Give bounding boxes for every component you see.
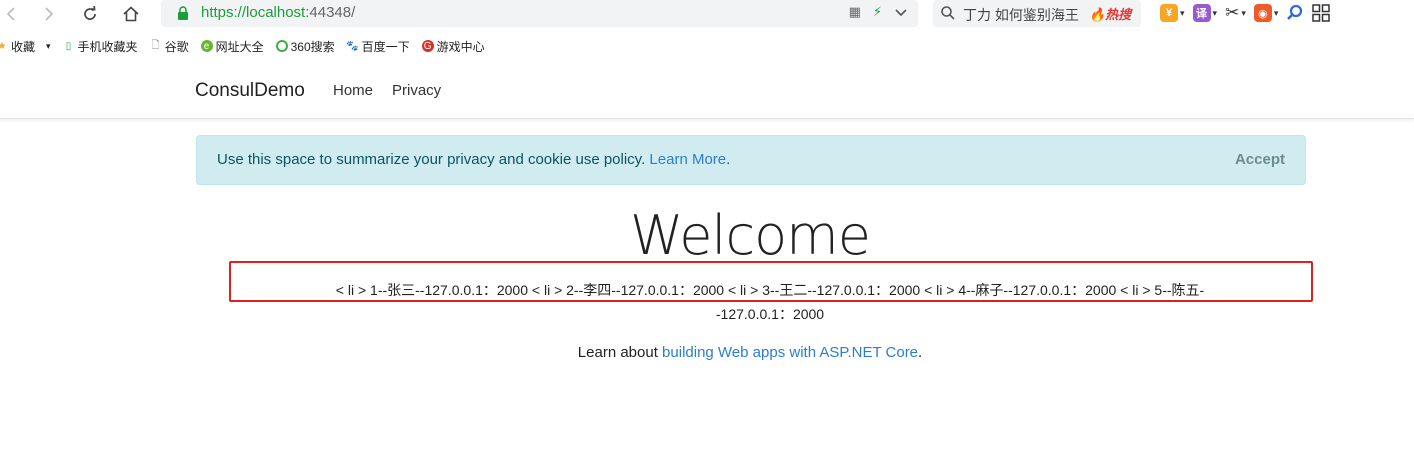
url-host: https://localhost [201, 4, 306, 21]
extension-scissors[interactable]: ✂ ▾ [1225, 3, 1246, 23]
lightning-icon[interactable]: ⚡ [873, 4, 882, 20]
learn-suffix: . [918, 344, 923, 361]
forward-arrow-icon [45, 7, 54, 21]
cookie-message: Use this space to summarize your privacy… [217, 151, 730, 168]
qr-code-icon[interactable]: ▦ [849, 4, 861, 20]
bookmark-label: 网址大全 [215, 39, 264, 54]
learn-more-link[interactable]: Learn More [649, 151, 726, 168]
gamepad-icon: ◉ [1253, 4, 1272, 22]
lock-icon [178, 6, 188, 20]
reload-icon [84, 5, 96, 20]
dropdown-caret-icon: ▾ [46, 40, 51, 51]
cookie-period: . [726, 151, 731, 168]
grid-icon [1312, 4, 1331, 22]
dropdown-caret-icon: ▾ [1273, 7, 1279, 18]
address-actions: ▦ ⚡ [849, 4, 908, 20]
bookmark-mobile[interactable]: ▯ 手机收藏夹 [63, 38, 138, 55]
extension-translate[interactable]: 译 ▾ [1192, 4, 1218, 22]
site-navbar: ConsulDemo Home Privacy [0, 62, 1414, 119]
star-icon: ★ [0, 40, 7, 52]
accept-button[interactable]: Accept [1235, 151, 1285, 168]
globe-icon: e [200, 40, 213, 52]
360-icon [275, 40, 288, 52]
welcome-heading: Welcome [629, 204, 871, 267]
bookmark-sites[interactable]: e 网址大全 [200, 38, 264, 55]
paw-icon: 🐾 [346, 40, 359, 52]
magnifier-icon [1287, 4, 1303, 20]
nav-home[interactable]: Home [333, 82, 373, 99]
reload-button[interactable] [78, 3, 102, 25]
url-port: :44348/ [305, 4, 356, 21]
chevron-down-icon[interactable] [894, 5, 908, 19]
bookmark-label: 收藏 [11, 39, 36, 54]
phone-icon: ▯ [65, 40, 72, 52]
browser-toolbar: https://localhost:44348/ ▦ ⚡ 丁力 如何鉴别海王 🔥… [0, 0, 1414, 30]
site-brand[interactable]: ConsulDemo [195, 80, 305, 102]
dropdown-caret-icon: ▾ [1180, 7, 1185, 18]
extension-coin[interactable]: ¥ ▾ [1160, 4, 1185, 22]
bookmark-label: 360搜索 [290, 39, 335, 54]
bookmark-label: 谷歌 [164, 39, 189, 54]
home-button[interactable] [119, 3, 143, 25]
extension-search[interactable] [1286, 4, 1304, 22]
search-icon [941, 6, 955, 20]
extension-apps[interactable] [1312, 4, 1331, 22]
bookmark-label: 手机收藏夹 [77, 39, 138, 54]
hot-search-badge: 🔥热搜 [1089, 7, 1132, 22]
cookie-text: Use this space to summarize your privacy… [217, 151, 646, 168]
learn-about-text: Learn about building Web apps with ASP.N… [0, 344, 1414, 361]
bookmark-label: 百度一下 [361, 39, 410, 54]
learn-prefix: Learn about [577, 344, 663, 361]
bookmark-360[interactable]: 360搜索 [275, 38, 335, 55]
service-list-line-2: -127.0.0.1：2000 [715, 306, 825, 322]
bookmark-games[interactable]: G 游戏中心 [421, 38, 485, 55]
game-icon: G [421, 40, 434, 52]
back-button[interactable] [0, 3, 24, 25]
bookmark-label: 游戏中心 [436, 39, 485, 54]
highlight-annotation-box [229, 261, 1313, 302]
extension-game[interactable]: ◉ ▾ [1253, 4, 1279, 22]
translate-icon: 译 [1192, 4, 1211, 22]
aspnet-core-link[interactable]: building Web apps with ASP.NET Core [662, 344, 918, 361]
address-bar[interactable]: https://localhost:44348/ ▦ ⚡ [161, 0, 918, 27]
coin-icon: ¥ [1160, 4, 1178, 22]
search-query: 丁力 如何鉴别海王 [963, 7, 1079, 23]
extension-bar: ¥ ▾ 译 ▾ ✂ ▾ ◉ ▾ [1160, 3, 1331, 23]
bookmark-baidu[interactable]: 🐾 百度一下 [346, 38, 410, 55]
dropdown-caret-icon: ▾ [1241, 7, 1246, 18]
scissors-icon: ✂ [1225, 3, 1240, 22]
dropdown-caret-icon: ▾ [1212, 7, 1218, 18]
search-box[interactable]: 丁力 如何鉴别海王 🔥热搜 [933, 0, 1141, 27]
bookmark-favorites[interactable]: ★ 收藏 ▾ [0, 38, 51, 55]
back-arrow-icon [6, 7, 15, 21]
bookmark-google[interactable]: 🗋 谷歌 [150, 38, 189, 55]
forward-button[interactable] [36, 3, 60, 25]
url-text: https://localhost:44348/ [201, 4, 355, 21]
nav-privacy[interactable]: Privacy [392, 82, 441, 99]
bookmarks-bar: ★ 收藏 ▾ ▯ 手机收藏夹 🗋 谷歌 e 网址大全 360搜索 🐾 百度一下 G 游戏中心 [0, 36, 1414, 56]
page-icon: 🗋 [151, 39, 160, 51]
home-icon [123, 6, 139, 22]
cookie-consent-alert: Use this space to summarize your privacy… [196, 135, 1306, 185]
